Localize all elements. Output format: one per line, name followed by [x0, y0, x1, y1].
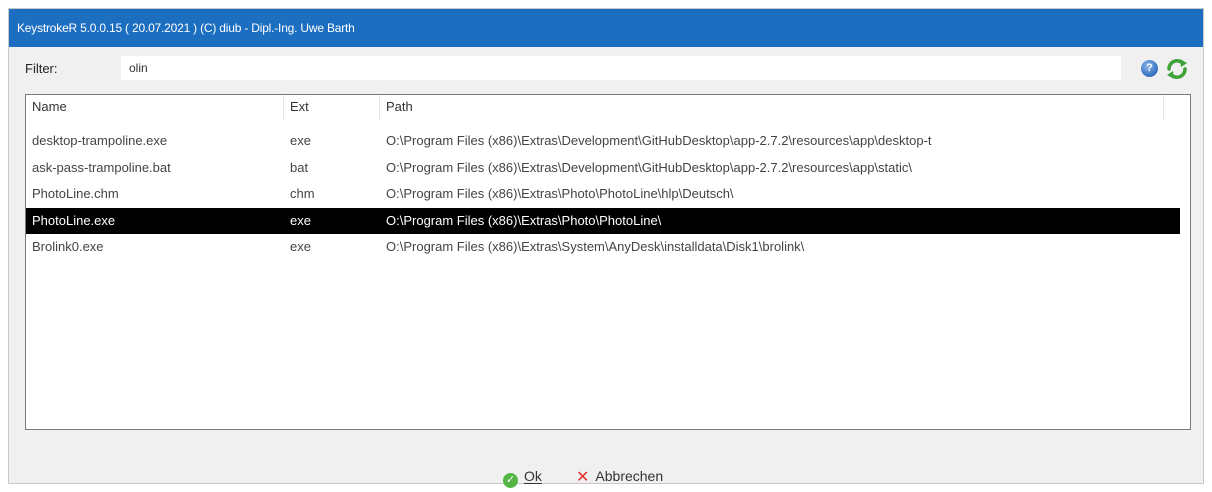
refresh-icon[interactable]	[1165, 57, 1189, 81]
row-name-cell: PhotoLine.chm	[32, 186, 119, 201]
list-row[interactable]: Brolink0.exe exe O:\Program Files (x86)\Ex…	[26, 234, 1180, 260]
row-ext-cell: exe	[290, 133, 311, 148]
list-row[interactable]: PhotoLine.chm chm O:\Program Files (x86)\E…	[26, 181, 1180, 207]
column-header-name[interactable]: Name	[26, 95, 284, 121]
list-row[interactable]: ask-pass-trampoline.bat bat O:\Program Fil…	[26, 155, 1180, 181]
row-path-cell: O:\Program Files (x86)\Extras\Photo\Phot…	[386, 212, 662, 228]
row-name-cell: Brolink0.exe	[32, 239, 104, 254]
keystroker-dialog: KeystrokeR 5.0.0.15 ( 20.07.2021 ) (C) d…	[8, 8, 1204, 488]
cancel-label: Abbrechen	[595, 468, 664, 484]
row-ext-cell: chm	[290, 186, 315, 201]
cancel-button[interactable]: ✕ Abbrechen	[576, 467, 664, 486]
ok-label: Ok	[524, 468, 542, 484]
column-header-path[interactable]: Path	[380, 95, 1164, 121]
ok-button[interactable]: ✓ Ok	[503, 467, 542, 488]
filter-label: Filter:	[25, 61, 58, 76]
row-path-cell: O:\Program Files (x86)\Extras\System\Any…	[386, 239, 805, 254]
row-name-cell: PhotoLine.exe	[32, 212, 116, 228]
list-row[interactable]: desktop-trampoline.exe exe O:\Program File…	[26, 128, 1180, 154]
list-row[interactable]: PhotoLine.exe exe O:\Program Files (x86)\E…	[26, 207, 1180, 234]
filter-input[interactable]	[121, 56, 1121, 80]
row-name-cell: desktop-trampoline.exe	[32, 133, 168, 148]
filter-row: Filter: ?	[25, 56, 1191, 84]
row-path-cell: O:\Program Files (x86)\Extras\Developmen…	[386, 133, 932, 148]
check-icon: ✓	[503, 473, 518, 488]
list-header: Name Ext Path	[26, 95, 1190, 121]
row-name-cell: ask-pass-trampoline.bat	[32, 159, 171, 175]
row-ext-cell: exe	[290, 239, 311, 254]
results-list[interactable]: Name Ext Path desktop-trampoline.exe exe O…	[25, 94, 1191, 430]
help-icon[interactable]: ?	[1141, 60, 1158, 77]
row-ext-cell: exe	[290, 212, 311, 228]
x-icon: ✕	[576, 469, 590, 486]
window-title: KeystrokeR 5.0.0.15 ( 20.07.2021 ) (C) d…	[9, 9, 1203, 47]
row-path-cell: O:\Program Files (x86)\Extras\Developmen…	[386, 159, 912, 175]
button-bar: ✓ Ok ✕ Abbrechen	[9, 467, 1203, 488]
column-header-ext[interactable]: Ext	[284, 95, 380, 121]
row-ext-cell: bat	[290, 159, 309, 175]
row-path-cell: O:\Program Files (x86)\Extras\Photo\Phot…	[386, 186, 734, 201]
